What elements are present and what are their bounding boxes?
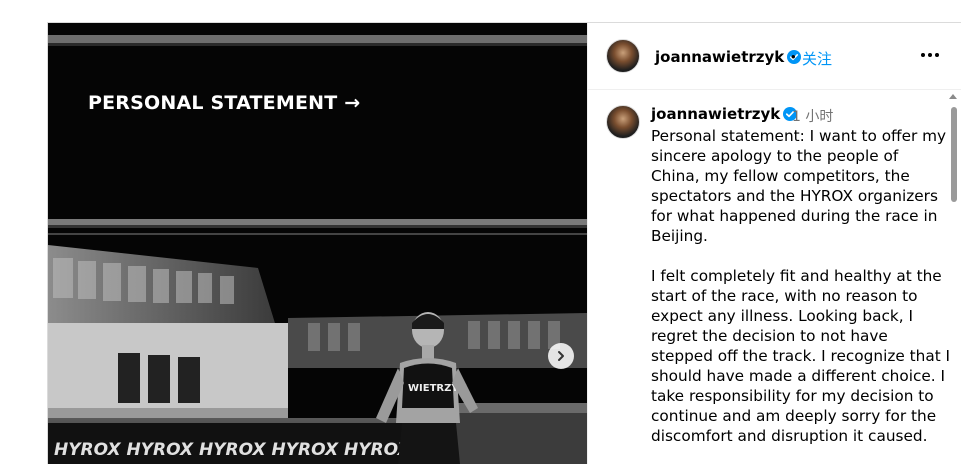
race-photo: HYROX HYROX HYROX HYROX HYROX HYROX HYRO… [48, 23, 587, 464]
post-sidebar: joannawietrzyk • 关注 joannawietrzyk 1 小时 … [587, 23, 961, 464]
next-image-button[interactable] [548, 343, 574, 369]
post-container: HYROX HYROX HYROX HYROX HYROX HYROX HYRO… [47, 22, 961, 464]
caption-text: Personal statement: I want to offer my s… [651, 126, 951, 464]
scroll-up-arrow-icon[interactable] [949, 94, 957, 99]
caption-comment: joannawietrzyk 1 小时 Personal statement: … [588, 90, 961, 464]
caption-paragraph: I felt completely fit and healthy at the… [651, 267, 951, 445]
post-image[interactable]: HYROX HYROX HYROX HYROX HYROX HYROX HYRO… [48, 23, 587, 464]
more-dot [928, 53, 932, 57]
more-dot [921, 53, 925, 57]
personal-statement-overlay: PERSONAL STATEMENT → [88, 92, 361, 114]
avatar[interactable] [606, 105, 640, 139]
scrollbar-thumb[interactable] [951, 107, 957, 202]
separator-dot: • [791, 49, 796, 64]
comment-username[interactable]: joannawietrzyk [651, 105, 798, 123]
chevron-right-icon [558, 351, 564, 361]
more-options-icon[interactable] [918, 45, 942, 65]
more-dot [935, 53, 939, 57]
header-username[interactable]: joannawietrzyk [655, 48, 802, 66]
follow-button[interactable]: 关注 [802, 48, 832, 69]
post-timestamp: 1 小时 [792, 109, 834, 125]
comment-username-text[interactable]: joannawietrzyk [651, 105, 780, 123]
caption-paragraph: Personal statement: I want to offer my s… [651, 127, 947, 245]
avatar[interactable] [606, 39, 640, 73]
header-username-text[interactable]: joannawietrzyk [655, 48, 784, 66]
post-header: joannawietrzyk • 关注 [588, 23, 961, 90]
